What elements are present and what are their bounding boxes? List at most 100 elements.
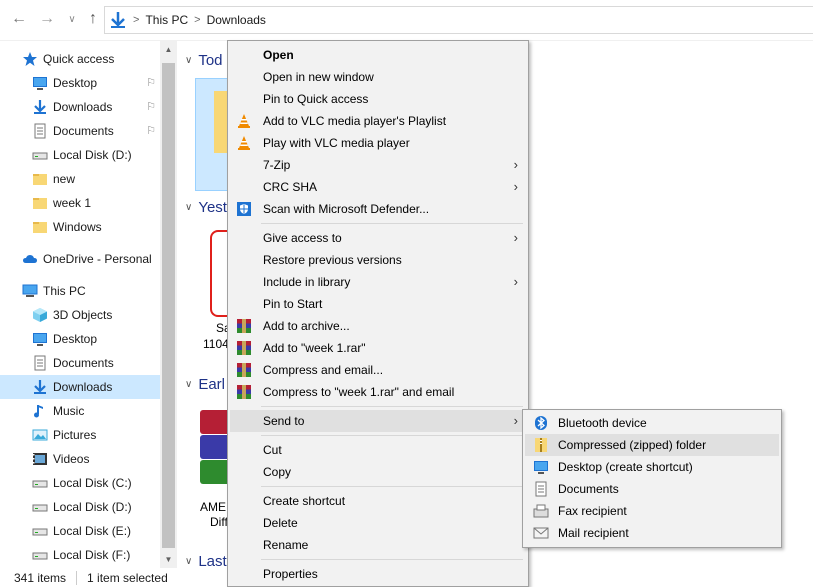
- menu-item-add-to-vlc-media-player-s-playlist[interactable]: Add to VLC media player's Playlist: [230, 110, 526, 132]
- nav-item-desktop[interactable]: Desktop: [0, 327, 160, 351]
- cloud-icon: [22, 251, 38, 267]
- menu-item-compress-and-email[interactable]: Compress and email...: [230, 359, 526, 381]
- nav-item-windows[interactable]: Windows: [0, 215, 160, 239]
- nav-scrollbar[interactable]: ▲ ▼: [160, 41, 177, 568]
- menu-item-pin-to-start[interactable]: Pin to Start: [230, 293, 526, 315]
- send-to-mail-recipient[interactable]: Mail recipient: [525, 522, 779, 544]
- file-name-label: 1104: [203, 337, 229, 351]
- videos-icon: [32, 451, 48, 467]
- menu-item-label: Compressed (zipped) folder: [558, 438, 707, 452]
- scrollbar-thumb[interactable]: [162, 63, 175, 548]
- menu-item-add-to-archive[interactable]: Add to archive...: [230, 315, 526, 337]
- nav-item-local-disk-e[interactable]: Local Disk (E:): [0, 519, 160, 543]
- pin-icon[interactable]: ⚐: [146, 124, 156, 137]
- menu-item-add-to-week-1-rar[interactable]: Add to "week 1.rar": [230, 337, 526, 359]
- menu-item-crc-sha[interactable]: CRC SHA ›: [230, 176, 526, 198]
- nav-item-week-1[interactable]: week 1: [0, 191, 160, 215]
- scroll-down-arrow-icon[interactable]: ▼: [160, 551, 177, 568]
- drive-icon: [32, 475, 48, 491]
- nav-item-local-disk-d[interactable]: Local Disk (D:): [0, 143, 160, 167]
- nav-item-3d-objects[interactable]: 3D Objects: [0, 303, 160, 327]
- group-header-today[interactable]: ∨ Tod: [185, 52, 223, 69]
- nav-item-documents[interactable]: Documents: [0, 351, 160, 375]
- group-header-last[interactable]: ∨ Last: [185, 553, 227, 568]
- menu-item-label: Cut: [263, 443, 282, 457]
- nav-item-local-disk-d[interactable]: Local Disk (D:): [0, 495, 160, 519]
- menu-item-delete[interactable]: Delete: [230, 512, 526, 534]
- menu-item-label: 7-Zip: [263, 158, 291, 172]
- path-separator: >: [194, 14, 201, 26]
- back-arrow-icon[interactable]: ←: [10, 10, 28, 28]
- menu-item-open-in-new-window[interactable]: Open in new window: [230, 66, 526, 88]
- forward-arrow-icon[interactable]: →: [38, 10, 56, 28]
- send-to-documents[interactable]: Documents: [525, 478, 779, 500]
- menu-item-scan-with-microsoft-defender[interactable]: Scan with Microsoft Defender...: [230, 198, 526, 220]
- menu-item-cut[interactable]: Cut: [230, 439, 526, 461]
- menu-item-send-to[interactable]: Send to ›: [230, 410, 526, 432]
- nav-item-desktop[interactable]: Desktop ⚐: [0, 71, 160, 95]
- menu-item-rename[interactable]: Rename: [230, 534, 526, 556]
- recent-locations-chevron-icon[interactable]: ∨: [63, 10, 81, 28]
- nav-item-label: Local Disk (E:): [53, 524, 132, 538]
- star-icon: [22, 51, 38, 67]
- menu-item-label: Compress and email...: [263, 363, 384, 377]
- menu-item-play-with-vlc-media-player[interactable]: Play with VLC media player: [230, 132, 526, 154]
- nav-item-quick-access[interactable]: Quick access: [0, 47, 160, 71]
- file-name-label: AME: [200, 500, 227, 514]
- nav-item-downloads[interactable]: Downloads: [0, 375, 160, 399]
- menu-item-label: Copy: [263, 465, 292, 479]
- winrar-archive-icon[interactable]: [200, 410, 228, 486]
- chevron-right-icon: ›: [513, 274, 518, 289]
- nav-item-this-pc[interactable]: This PC: [0, 279, 160, 303]
- nav-item-pictures[interactable]: Pictures: [0, 423, 160, 447]
- path-box[interactable]: > This PC > Downloads: [104, 6, 813, 34]
- folder-icon: [32, 171, 48, 187]
- nav-item-music[interactable]: Music: [0, 399, 160, 423]
- nav-item-label: week 1: [53, 196, 92, 210]
- menu-item-label: Open: [263, 48, 294, 62]
- menu-item-pin-to-quick-access[interactable]: Pin to Quick access: [230, 88, 526, 110]
- send-to-desktop-create-shortcut[interactable]: Desktop (create shortcut): [525, 456, 779, 478]
- menu-item-7-zip[interactable]: 7-Zip ›: [230, 154, 526, 176]
- menu-item-include-in-library[interactable]: Include in library ›: [230, 271, 526, 293]
- menu-item-properties[interactable]: Properties: [230, 563, 526, 585]
- path-segment-this-pc[interactable]: This PC: [145, 13, 188, 27]
- menu-item-label: Desktop (create shortcut): [558, 460, 693, 474]
- nav-item-onedrive-personal[interactable]: OneDrive - Personal: [0, 247, 160, 271]
- group-header-label: Yest: [198, 199, 227, 216]
- menu-item-label: Send to: [263, 414, 305, 428]
- nav-item-downloads[interactable]: Downloads ⚐: [0, 95, 160, 119]
- menu-item-give-access-to[interactable]: Give access to ›: [230, 227, 526, 249]
- nav-item-videos[interactable]: Videos: [0, 447, 160, 471]
- context-menu: Open Open in new window Pin to Quick acces…: [227, 40, 529, 587]
- send-to-fax-recipient[interactable]: Fax recipient: [525, 500, 779, 522]
- chevron-right-icon: ›: [513, 230, 518, 245]
- nav-item-local-disk-c[interactable]: Local Disk (C:): [0, 471, 160, 495]
- send-to-bluetooth-device[interactable]: Bluetooth device: [525, 412, 779, 434]
- menu-item-label: Play with VLC media player: [263, 136, 410, 150]
- scroll-up-arrow-icon[interactable]: ▲: [160, 41, 177, 58]
- pin-icon[interactable]: ⚐: [146, 76, 156, 89]
- menu-item-compress-to-week-1-rar-and-email[interactable]: Compress to "week 1.rar" and email: [230, 381, 526, 403]
- group-header-label: Tod: [198, 52, 223, 69]
- menu-item-create-shortcut[interactable]: Create shortcut: [230, 490, 526, 512]
- nav-item-documents[interactable]: Documents ⚐: [0, 119, 160, 143]
- menu-item-restore-previous-versions[interactable]: Restore previous versions: [230, 249, 526, 271]
- send-to-submenu: Bluetooth device Compressed (zipped) fold…: [522, 409, 782, 548]
- group-header-earlier[interactable]: ∨ Earl: [185, 376, 225, 393]
- send-to-compressed-zipped-folder[interactable]: Compressed (zipped) folder: [525, 434, 779, 456]
- path-segment-downloads[interactable]: Downloads: [207, 13, 266, 27]
- pin-icon[interactable]: ⚐: [146, 100, 156, 113]
- nav-item-label: Local Disk (D:): [53, 148, 132, 162]
- group-header-yesterday[interactable]: ∨ Yest: [185, 199, 227, 216]
- nav-item-label: Desktop: [53, 76, 98, 90]
- menu-item-open[interactable]: Open: [230, 44, 526, 66]
- selected-folder-tile[interactable]: [195, 78, 230, 191]
- drive-icon: [32, 547, 48, 563]
- nav-item-label: 3D Objects: [53, 308, 113, 322]
- nav-item-new[interactable]: new: [0, 167, 160, 191]
- nav-item-label: Documents: [53, 356, 114, 370]
- menu-item-copy[interactable]: Copy: [230, 461, 526, 483]
- nav-item-local-disk-f[interactable]: Local Disk (F:): [0, 543, 160, 567]
- up-arrow-icon[interactable]: ↑: [84, 10, 102, 28]
